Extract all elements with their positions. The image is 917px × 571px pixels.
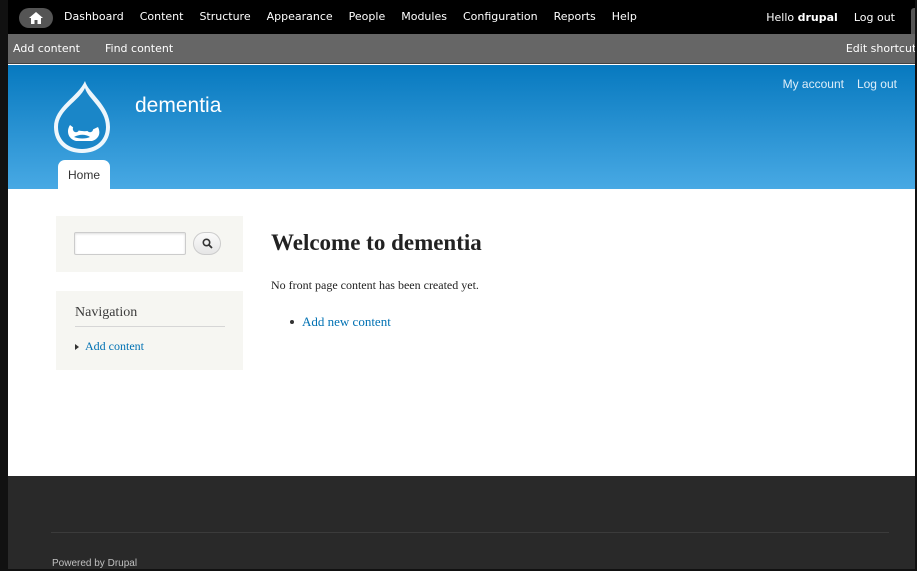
bullet-icon <box>290 320 294 324</box>
empty-front-page-message: No front page content has been created y… <box>271 278 479 292</box>
secondary-menu: My account Log out <box>770 77 897 91</box>
home-icon <box>29 12 43 24</box>
shortcuts-bar: Add content Find content Edit shortcuts <box>8 34 915 64</box>
nav-item-label[interactable]: Add content <box>85 339 144 354</box>
toolbar-item-people[interactable]: People <box>341 0 394 34</box>
drupal-link[interactable]: Drupal <box>108 558 137 569</box>
admin-toolbar: Dashboard Content Structure Appearance P… <box>8 0 915 34</box>
arrow-right-icon <box>75 343 79 350</box>
site-name[interactable]: dementia <box>135 94 221 118</box>
toolbar-item-help[interactable]: Help <box>604 0 645 34</box>
my-account-link[interactable]: My account <box>783 77 844 91</box>
footer-divider <box>51 532 889 533</box>
search-icon <box>201 238 213 249</box>
powered-by-prefix: Powered by <box>52 558 108 569</box>
add-new-content-link[interactable]: Add new content <box>302 314 391 330</box>
powered-by: Powered by Drupal <box>52 558 137 569</box>
navigation-block: Navigation Add content <box>56 291 243 370</box>
page-title: Welcome to dementia <box>271 230 482 255</box>
edit-shortcuts-link[interactable]: Edit shortcuts <box>846 34 915 64</box>
username[interactable]: drupal <box>798 11 838 24</box>
shortcut-add-content[interactable]: Add content <box>13 34 80 64</box>
greeting-prefix: Hello <box>766 10 798 24</box>
shortcut-find-content[interactable]: Find content <box>105 34 173 64</box>
toolbar-item-dashboard[interactable]: Dashboard <box>56 0 132 34</box>
navigation-title: Navigation <box>75 305 225 327</box>
toolbar-item-content[interactable]: Content <box>132 0 192 34</box>
toolbar-menu: Dashboard Content Structure Appearance P… <box>56 0 645 34</box>
toolbar-item-modules[interactable]: Modules <box>393 0 455 34</box>
toolbar-logout-link[interactable]: Log out <box>846 11 911 24</box>
toolbar-item-appearance[interactable]: Appearance <box>259 0 341 34</box>
browser-viewport: Dashboard Content Structure Appearance P… <box>0 0 917 571</box>
shortcuts-toggle-button[interactable] <box>911 8 915 34</box>
toolbar-user-area: Hello drupal Log out <box>758 0 911 34</box>
header-logout-link[interactable]: Log out <box>857 77 897 91</box>
site-header: dementia My account Log out Home <box>8 65 915 189</box>
site-footer: Powered by Drupal <box>8 476 915 569</box>
search-block <box>56 216 243 272</box>
search-input[interactable] <box>74 232 186 255</box>
search-button[interactable] <box>193 232 221 255</box>
greeting: Hello drupal <box>758 11 846 24</box>
drupal-drop-logo[interactable] <box>52 79 112 155</box>
toolbar-item-structure[interactable]: Structure <box>191 0 258 34</box>
toolbar-item-configuration[interactable]: Configuration <box>455 0 546 34</box>
toolbar-item-reports[interactable]: Reports <box>546 0 604 34</box>
tab-home[interactable]: Home <box>58 160 110 189</box>
toolbar-home-button[interactable] <box>19 8 53 28</box>
list-item[interactable]: Add new content <box>290 314 391 330</box>
nav-item-add-content[interactable]: Add content <box>75 339 144 354</box>
